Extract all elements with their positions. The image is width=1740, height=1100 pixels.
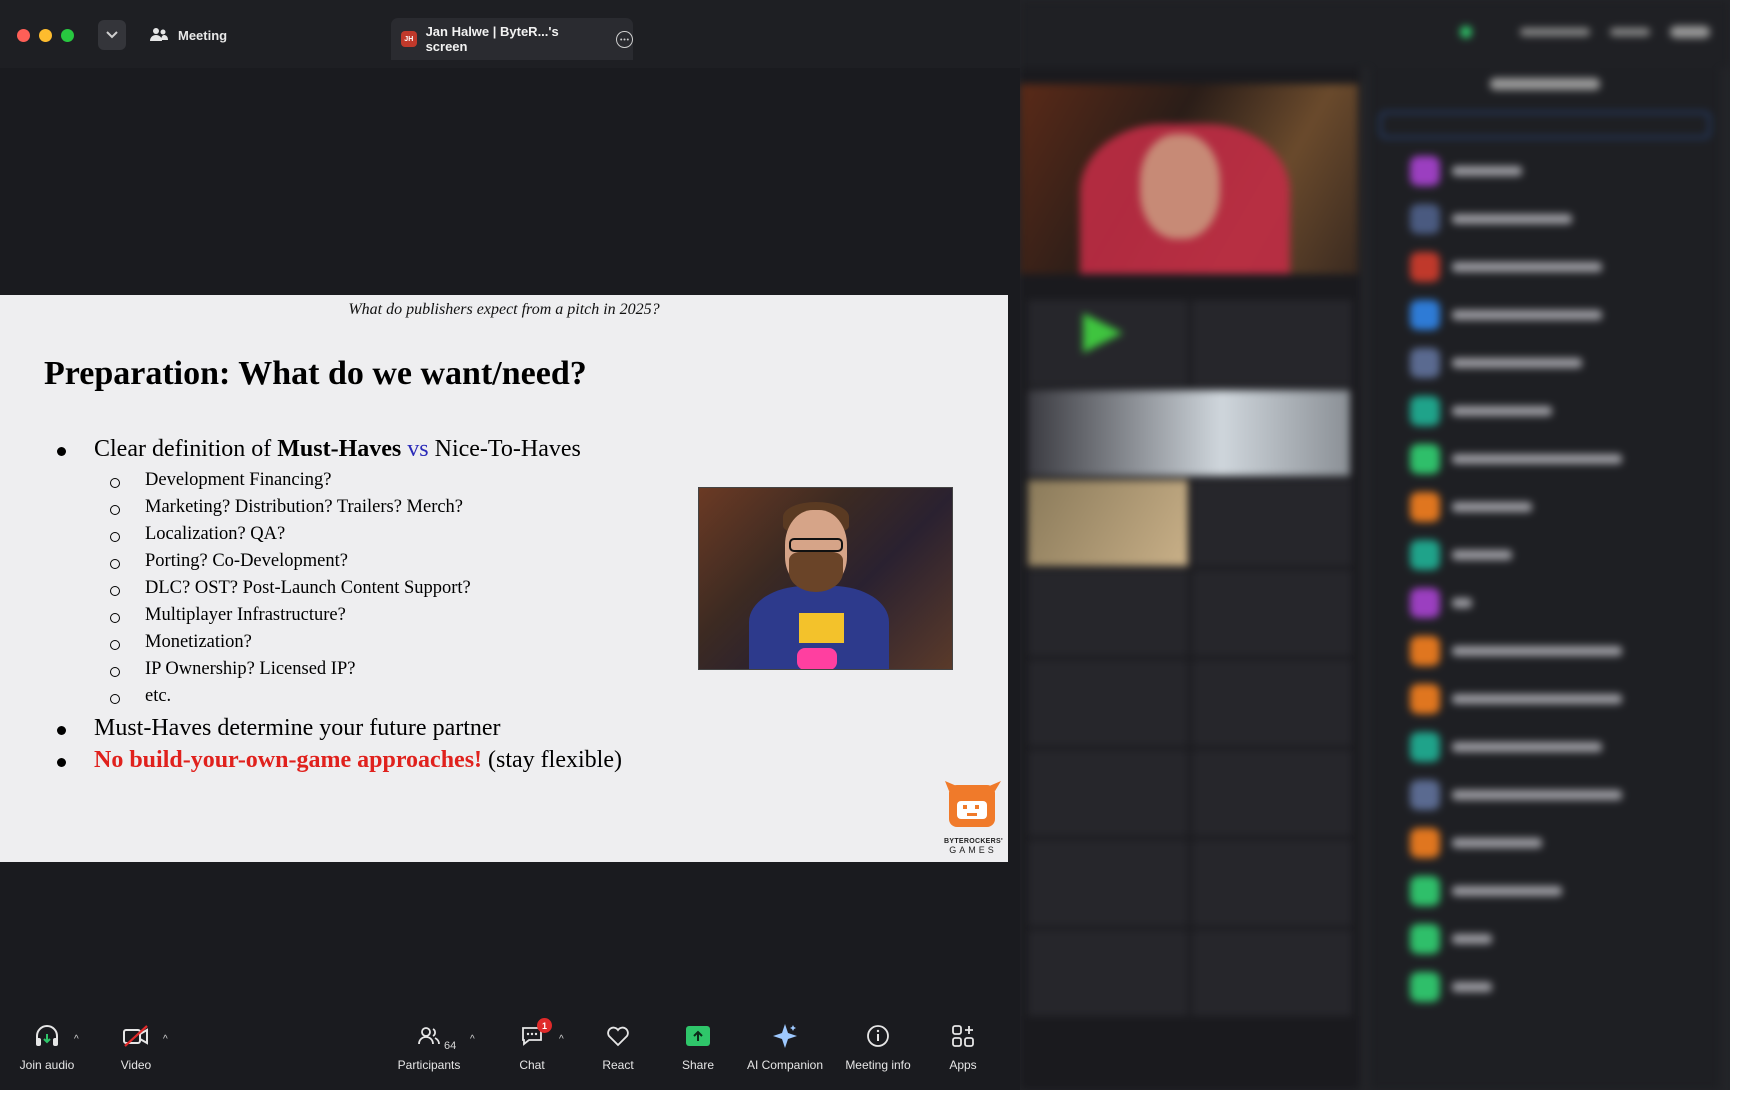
bullet-stay-flexible: No build-your-own-game approaches! (stay… (55, 744, 622, 776)
sub-bullet-item: Localization? QA? (55, 521, 622, 548)
join-audio-label: Join audio (19, 1058, 75, 1072)
chat-unread-badge: 1 (537, 1018, 552, 1033)
share-button[interactable]: Share (679, 1020, 717, 1090)
video-tile (1192, 750, 1352, 836)
video-tile (1192, 660, 1352, 746)
participants-button[interactable]: Participants (392, 1020, 466, 1090)
meeting-window: Meeting JH Jan Halwe | ByteR...'s screen… (0, 0, 1020, 1090)
participants-pane (1370, 68, 1720, 1090)
participants-icon (418, 1027, 440, 1045)
active-speaker-video (1020, 84, 1358, 274)
audio-options-caret[interactable]: ^ (74, 1034, 79, 1045)
tab-shared-screen-label: Jan Halwe | ByteR...'s screen (425, 24, 559, 54)
sub-bullet-list: Development Financing? Marketing? Distri… (94, 467, 622, 710)
minimize-window-button[interactable] (39, 29, 52, 42)
tab-shared-screen[interactable]: JH Jan Halwe | ByteR...'s screen (391, 18, 633, 60)
presenter-photo (698, 487, 953, 670)
participant-search-input[interactable] (1380, 112, 1710, 138)
close-window-button[interactable] (17, 29, 30, 42)
video-tile (1028, 390, 1350, 476)
sparkle-icon (773, 1024, 797, 1048)
meeting-toolbar: Join audio ^ Video ^ Participants 64 ^ 1… (0, 1018, 1020, 1090)
video-tile (1028, 660, 1188, 746)
sub-bullet-item: Marketing? Distribution? Trailers? Merch… (55, 494, 622, 521)
sub-bullet-item: Multiplayer Infrastructure? (55, 602, 622, 629)
logo-text: GAMES (949, 845, 997, 855)
video-tile (1028, 300, 1188, 386)
ai-companion-label: AI Companion (746, 1058, 824, 1072)
sub-bullet-item: DLC? OST? Post-Launch Content Support? (55, 575, 622, 602)
blurred-side-panel (1020, 0, 1730, 1090)
ai-companion-button[interactable]: AI Companion (746, 1020, 824, 1090)
shared-slide: What do publishers expect from a pitch i… (0, 295, 1008, 862)
bullet3-emphasis: No build-your-own-game approaches! (94, 747, 483, 773)
slide-title: Preparation: What do we want/need? (44, 355, 587, 392)
video-tile (1192, 930, 1352, 1016)
slide-header: What do publishers expect from a pitch i… (348, 301, 660, 318)
bullet3-rest: (stay flexible) (482, 747, 622, 773)
video-options-caret[interactable]: ^ (163, 1034, 168, 1045)
more-options-icon[interactable] (616, 30, 633, 48)
meeting-info-button[interactable]: Meeting info (841, 1020, 915, 1090)
bullet1-vs: vs (401, 436, 435, 462)
view-dropdown-button[interactable] (98, 20, 126, 50)
video-tile (1192, 570, 1352, 656)
headphones-icon (36, 1025, 58, 1046)
logo-mascot-icon (945, 781, 1001, 827)
heart-icon (607, 1026, 629, 1047)
sub-bullet-item: Porting? Co-Development? (55, 548, 622, 575)
sharer-badge: JH (401, 31, 417, 47)
chat-label: Chat (519, 1058, 545, 1072)
apps-label: Apps (949, 1058, 977, 1072)
join-audio-button[interactable]: Join audio (14, 1020, 80, 1090)
share-label: Share (681, 1058, 715, 1072)
react-button[interactable]: React (598, 1020, 638, 1090)
title-bar: Meeting JH Jan Halwe | ByteR...'s screen (0, 0, 1020, 68)
chat-button[interactable]: 1 Chat (515, 1018, 552, 1090)
tab-meeting[interactable]: Meeting (150, 20, 227, 50)
video-off-icon (123, 1025, 148, 1047)
video-tile (1192, 840, 1352, 926)
sub-bullet-item: Monetization? (55, 629, 622, 656)
tab-meeting-label: Meeting (178, 27, 228, 43)
slide-bullet-list: Clear definition of Must-Haves vs Nice-T… (55, 433, 622, 776)
bullet1-prefix: Clear definition of (94, 436, 278, 462)
participants-options-caret[interactable]: ^ (470, 1034, 475, 1045)
bullet1-must-haves: Must-Haves (277, 436, 402, 462)
participants-icon (150, 28, 168, 41)
share-screen-icon (686, 1026, 710, 1046)
info-icon (867, 1025, 889, 1047)
side-panel-header (1020, 0, 1730, 68)
video-tile (1028, 840, 1188, 926)
chevron-down-icon (106, 31, 118, 39)
video-button[interactable]: Video (112, 1020, 160, 1090)
video-tile (1028, 930, 1188, 1016)
sub-bullet-item: IP Ownership? Licensed IP? (55, 656, 622, 683)
video-gallery (1020, 68, 1360, 1090)
apps-icon (952, 1025, 974, 1047)
meeting-info-label: Meeting info (845, 1058, 911, 1072)
video-tile (1028, 750, 1188, 836)
logo-text: BYTEROCKERS' (944, 838, 1003, 845)
sub-bullet-item: etc. (55, 683, 622, 710)
apps-button[interactable]: Apps (946, 1020, 980, 1090)
byterockers-logo: BYTEROCKERS' GAMES (944, 777, 1003, 859)
react-label: React (602, 1058, 634, 1072)
video-tile (1028, 480, 1188, 566)
bullet-future-partner: Must-Haves determine your future partner (55, 712, 622, 744)
participants-label: Participants (397, 1058, 461, 1072)
video-tile (1028, 570, 1188, 656)
video-tile (1192, 300, 1352, 386)
chat-options-caret[interactable]: ^ (559, 1034, 564, 1045)
bullet-must-haves: Clear definition of Must-Haves vs Nice-T… (55, 433, 622, 710)
video-label: Video (120, 1058, 152, 1072)
video-tile (1192, 480, 1352, 566)
participants-count: 64 (444, 1040, 457, 1052)
maximize-window-button[interactable] (61, 29, 74, 42)
bullet1-nice-to-haves: Nice-To-Haves (434, 436, 581, 462)
sub-bullet-item: Development Financing? (55, 467, 622, 494)
